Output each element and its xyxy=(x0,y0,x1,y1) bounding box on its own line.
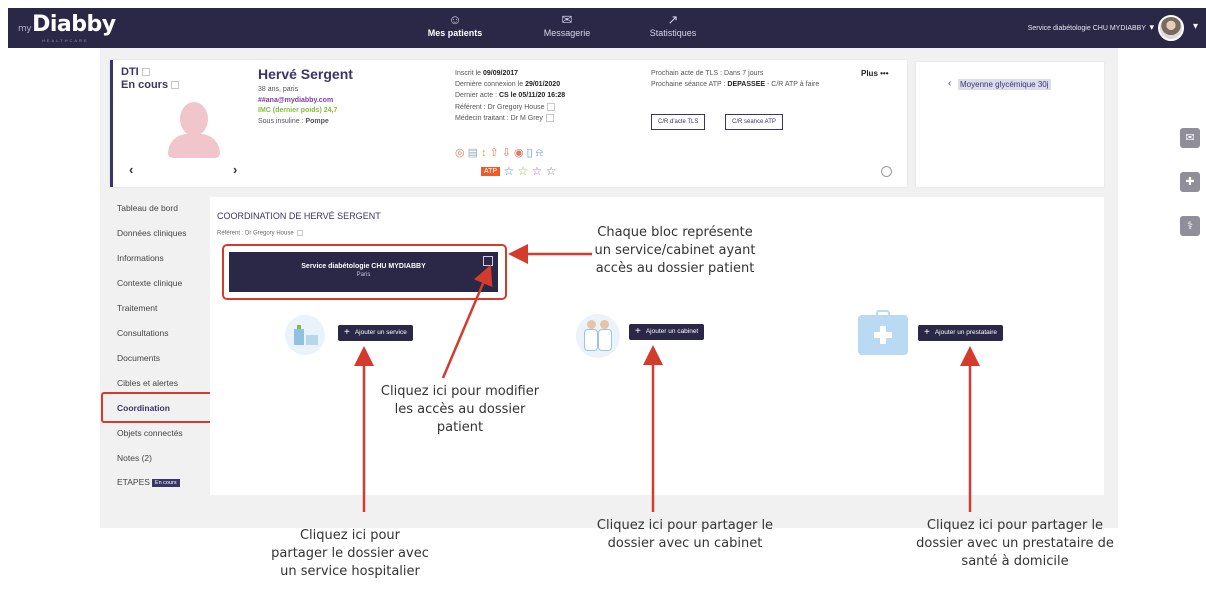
annotation-line: Cliquez ici pour partager le xyxy=(926,518,1104,533)
annotation-line: dossier avec un prestataire de xyxy=(916,536,1114,551)
annotation-line: Cliquez ici pour modifier xyxy=(380,384,540,399)
annotation-modifier: Cliquez ici pour modifier les accès au d… xyxy=(370,383,550,437)
annotation-line: un service/cabinet ayant xyxy=(594,243,756,258)
annotation-arrows xyxy=(354,244,980,512)
annotation-line: Cliquez ici pour partager le xyxy=(596,518,774,533)
annotation-line: accès au dossier patient xyxy=(595,261,755,276)
annotation-line: un service hospitalier xyxy=(280,564,420,579)
arrow-to-edit-access xyxy=(441,264,493,379)
annotation-service: Cliquez ici pour partager le dossier ave… xyxy=(250,527,450,581)
annotation-line: dossier avec un cabinet xyxy=(607,536,763,551)
annotation-line: partager le dossier avec xyxy=(271,546,429,561)
annotation-line: patient xyxy=(436,420,484,435)
annotation-line: santé à domicile xyxy=(961,554,1069,569)
annotation-prestataire: Cliquez ici pour partager le dossier ave… xyxy=(880,517,1150,571)
annotation-line: les accès au dossier xyxy=(394,402,526,417)
annotation-cabinet: Cliquez ici pour partager le dossier ave… xyxy=(565,517,805,553)
annotation-line: Cliquez ici pour xyxy=(299,528,401,543)
annotation-bloc: Chaque bloc représente un service/cabine… xyxy=(590,224,760,278)
annotation-line: Chaque bloc représente xyxy=(597,225,753,240)
